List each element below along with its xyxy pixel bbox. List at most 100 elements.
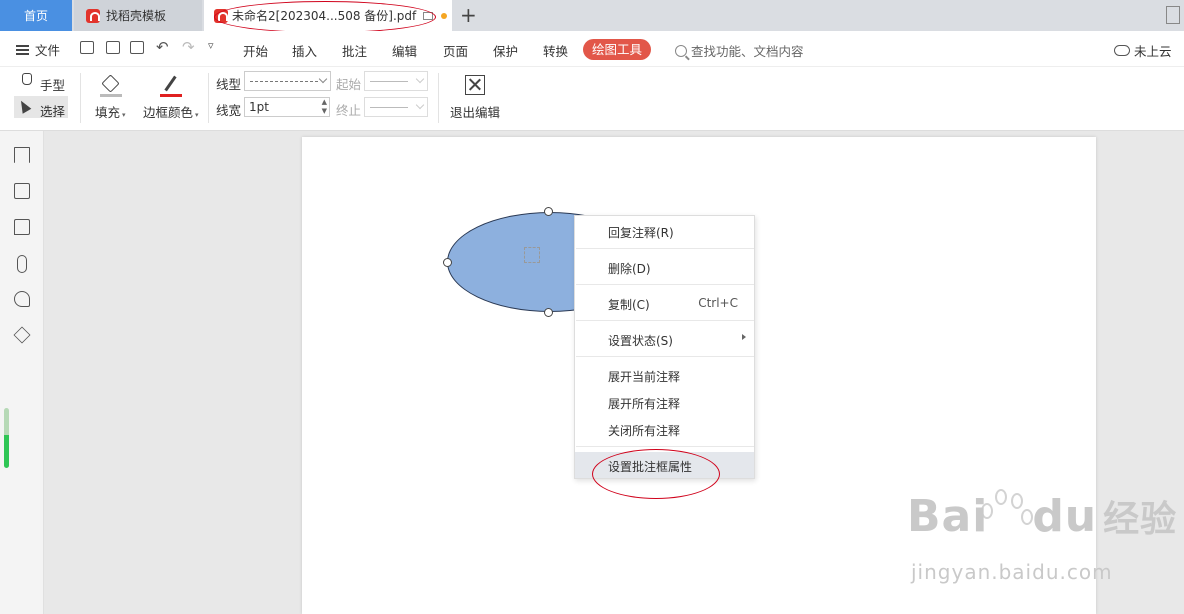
- ctx-set-status[interactable]: 设置状态(S): [575, 326, 754, 352]
- window-restore-icon[interactable]: [1166, 6, 1180, 24]
- toolbar-divider: [438, 73, 439, 123]
- border-color-button[interactable]: 边框颜色 ▾: [143, 102, 199, 121]
- cloud-status-label: 未上云: [1134, 44, 1172, 59]
- ctx-copy[interactable]: 复制(C) Ctrl+C: [575, 290, 754, 316]
- line-type-select[interactable]: [244, 71, 331, 91]
- left-sidebar: [0, 131, 44, 614]
- hand-icon: [22, 73, 32, 85]
- menu-divider: [576, 284, 754, 285]
- ctx-label: 展开当前注释: [608, 370, 681, 384]
- start-arrow-select[interactable]: [364, 71, 428, 91]
- watermark-brand: Bai: [907, 491, 989, 542]
- menu-drawing-tools[interactable]: 绘图工具: [583, 39, 651, 60]
- fill-button[interactable]: 填充 ▾: [95, 102, 126, 121]
- toolbar-divider: [208, 73, 209, 123]
- tab-templates[interactable]: 找稻壳模板: [74, 0, 202, 31]
- close-box-icon[interactable]: [465, 75, 485, 95]
- watermark-brand-du: du: [1032, 491, 1098, 542]
- toolbar-divider: [80, 73, 81, 123]
- ctx-annotation-box-properties[interactable]: 设置批注框属性: [575, 452, 754, 478]
- resize-handle-bottom[interactable]: [544, 308, 553, 317]
- menu-page[interactable]: 页面: [443, 41, 468, 60]
- border-color-label: 边框颜色: [143, 105, 194, 120]
- fill-icon[interactable]: [100, 74, 122, 97]
- start-label: 起始: [336, 77, 362, 92]
- ctx-label: 复制(C): [608, 298, 650, 312]
- end-arrow-select[interactable]: [364, 97, 428, 117]
- tab-templates-label: 找稻壳模板: [106, 9, 167, 23]
- menu-convert[interactable]: 转换: [543, 41, 568, 60]
- attachment-icon[interactable]: [17, 255, 27, 273]
- quick-access-dropdown-icon[interactable]: ▿: [208, 39, 214, 52]
- tab-document-label: 未命名2[202304...508 备份].pdf: [232, 9, 417, 23]
- menu-bar: 文件 ↶ ↷ ▿ 开始 插入 批注 编辑 页面 保护 转换 绘图工具 查找功能、…: [0, 31, 1184, 67]
- pdf-icon: [214, 8, 228, 23]
- menu-insert[interactable]: 插入: [292, 41, 317, 60]
- file-menu-label: 文件: [35, 43, 61, 58]
- layers-icon[interactable]: [13, 326, 31, 344]
- menu-protect[interactable]: 保护: [493, 41, 518, 60]
- cloud-status[interactable]: 未上云: [1114, 41, 1172, 60]
- submenu-arrow-icon: [742, 334, 746, 340]
- baidu-watermark: Bai du 经验 jingyan.baidu.com: [907, 490, 1178, 584]
- print-icon[interactable]: [130, 41, 144, 54]
- file-menu[interactable]: 文件: [16, 40, 60, 59]
- ctx-label: 展开所有注释: [608, 397, 681, 411]
- resize-handle-top[interactable]: [544, 207, 553, 216]
- menu-start[interactable]: 开始: [243, 41, 268, 60]
- ctx-close-all[interactable]: 关闭所有注释: [575, 416, 754, 442]
- line-width-stepper[interactable]: 1pt ▲ ▼: [244, 97, 330, 117]
- select-tool-label: 选择: [40, 104, 66, 119]
- ctx-label: 关闭所有注释: [608, 424, 681, 438]
- bookmark-icon[interactable]: [14, 147, 30, 163]
- ctx-label: 设置批注框属性: [608, 460, 693, 474]
- feature-search[interactable]: 查找功能、文档内容: [675, 41, 804, 60]
- tab-home[interactable]: 首页: [0, 0, 72, 31]
- hamburger-icon: [16, 44, 29, 55]
- cloud-icon: [1114, 45, 1130, 56]
- line-width-label: 线宽: [216, 103, 242, 118]
- ctx-reply-comment[interactable]: 回复注释(R): [575, 218, 754, 244]
- ctx-expand-current[interactable]: 展开当前注释: [575, 362, 754, 388]
- ctx-shortcut: Ctrl+C: [698, 296, 738, 310]
- stepper-arrows-icon[interactable]: ▲ ▼: [322, 98, 327, 116]
- chevron-down-icon: [318, 74, 328, 84]
- comment-icon[interactable]: [14, 219, 30, 235]
- search-placeholder: 查找功能、文档内容: [691, 44, 804, 59]
- menu-annotate[interactable]: 批注: [342, 41, 367, 60]
- exit-edit-button[interactable]: 退出编辑: [450, 102, 500, 121]
- signature-icon[interactable]: [14, 291, 30, 307]
- watermark-cn: 经验: [1103, 499, 1178, 540]
- open-folder-icon[interactable]: [80, 41, 94, 54]
- menu-divider: [576, 248, 754, 249]
- undo-icon[interactable]: ↶: [156, 38, 169, 56]
- note-anchor-icon[interactable]: [524, 247, 540, 263]
- window-icon[interactable]: [423, 11, 434, 20]
- menu-edit[interactable]: 编辑: [392, 41, 417, 60]
- image-icon[interactable]: [14, 183, 30, 199]
- drawing-toolbar: 手型 选择 填充 ▾ 边框颜色 ▾ 线型 线宽 1pt ▲ ▼ 起始 终止 退出编辑: [0, 67, 1184, 131]
- ctx-label: 删除(D): [608, 262, 651, 276]
- hand-tool-button[interactable]: 手型: [40, 75, 65, 94]
- line-width-value: 1pt: [249, 100, 269, 114]
- ctx-label: 设置状态(S): [608, 334, 673, 348]
- ctx-delete[interactable]: 删除(D): [575, 254, 754, 280]
- context-menu: 回复注释(R) 删除(D) 复制(C) Ctrl+C 设置状态(S) 展开当前注…: [574, 215, 755, 479]
- end-label: 终止: [336, 103, 362, 118]
- save-icon[interactable]: [106, 41, 120, 54]
- border-color-dropdown-icon: ▾: [195, 111, 199, 119]
- ctx-expand-all[interactable]: 展开所有注释: [575, 389, 754, 415]
- tab-document[interactable]: 未命名2[202304...508 备份].pdf: [204, 0, 452, 31]
- tab-home-label: 首页: [23, 9, 48, 23]
- scroll-indicator[interactable]: [4, 408, 9, 468]
- fill-label: 填充: [95, 105, 121, 120]
- resize-handle-left[interactable]: [443, 258, 452, 267]
- border-color-icon[interactable]: [160, 75, 182, 97]
- fill-dropdown-icon: ▾: [122, 111, 126, 119]
- menu-divider: [576, 320, 754, 321]
- tab-bar: 首页 找稻壳模板 未命名2[202304...508 备份].pdf +: [0, 0, 1184, 31]
- search-icon: [675, 44, 687, 57]
- new-tab-button[interactable]: +: [460, 3, 477, 27]
- redo-icon[interactable]: ↷: [182, 38, 195, 56]
- docer-logo-icon: [86, 8, 100, 23]
